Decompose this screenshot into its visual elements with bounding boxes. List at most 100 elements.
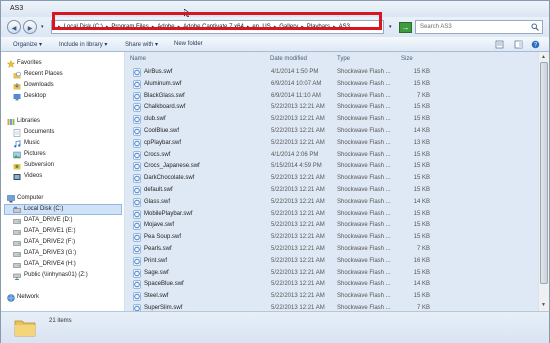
help-icon[interactable]: ? <box>531 40 540 49</box>
file-date: 4/1/2014 1:50 PM <box>271 69 319 75</box>
file-type: Shockwave Flash ... <box>337 128 391 134</box>
table-row[interactable]: Pearls.swf 5/22/2013 12:21 AM Shockwave Fl… <box>126 244 538 255</box>
nav-favorites-label: Favorites <box>17 60 42 66</box>
file-name: SpaceBlue.swf <box>144 281 184 288</box>
go-arrow-icon: → <box>401 23 410 32</box>
table-row[interactable]: Sage.swf 5/22/2013 12:21 AM Shockwave Flas… <box>126 268 538 279</box>
file-date: 5/22/2013 12:21 AM <box>271 175 325 182</box>
file-size: 15 KB <box>413 210 430 217</box>
file-date: 5/22/2013 12:21 AM <box>271 187 325 193</box>
include-in-library-button[interactable]: Include in library ▾ <box>59 41 107 48</box>
back-button[interactable]: ◀ <box>7 20 21 34</box>
file-name: default.swf <box>144 187 173 193</box>
new-folder-button[interactable]: New folder <box>174 41 203 47</box>
music-icon <box>14 140 21 148</box>
file-name: Aluminum.swf <box>144 80 182 87</box>
file-size: 14 KB <box>413 128 430 134</box>
table-row[interactable]: Chalkboard.swf 5/22/2013 12:21 AM Shockwav… <box>126 102 538 113</box>
scroll-up-icon[interactable]: ▲ <box>541 54 546 60</box>
table-row[interactable]: DarkChocolate.swf 5/22/2013 12:21 AM Shock… <box>126 173 538 184</box>
swf-file-icon <box>133 209 141 219</box>
table-row[interactable]: BlackGlass.swf 6/9/2014 11:10 AM Shockwave… <box>126 91 538 102</box>
address-dropdown-button[interactable]: ▾ <box>389 24 392 30</box>
refresh-go-button[interactable]: → <box>399 22 412 33</box>
column-header-size[interactable]: Size <box>397 53 437 66</box>
file-name: MobilePlaybar.swf <box>144 210 193 217</box>
table-row[interactable]: Mojave.swf 5/22/2013 12:21 AM Shockwave Fl… <box>126 220 538 231</box>
table-row[interactable]: Crocs.swf 4/1/2014 2:06 PM Shockwave Flash… <box>126 150 538 161</box>
organize-button[interactable]: Organize ▾ <box>13 41 42 48</box>
swf-file-icon <box>133 174 141 183</box>
table-row[interactable]: default.swf 5/22/2013 12:21 AM Shockwave F… <box>126 185 538 196</box>
file-type: Shockwave Flash ... <box>337 269 391 276</box>
swf-file-icon <box>133 103 141 113</box>
table-row[interactable]: Print.swf 5/22/2013 12:21 AM Shockwave Fla… <box>126 256 538 267</box>
file-size: 13 KB <box>413 139 430 146</box>
column-header-name[interactable]: Name <box>126 53 266 66</box>
network-drive-icon <box>13 273 21 280</box>
preview-pane-icon[interactable] <box>514 40 523 49</box>
file-type: Shockwave Flash ... <box>337 163 391 170</box>
scrollbar-thumb[interactable] <box>540 62 548 284</box>
search-input[interactable]: Search AS3 <box>420 24 452 30</box>
table-row[interactable]: Crocs_Japanese.swf 5/15/2014 4:59 PM Shock… <box>126 161 538 172</box>
table-row[interactable]: cpPlaybar.swf 5/22/2013 12:21 AM Shockwave… <box>126 138 538 149</box>
file-date: 5/22/2013 12:21 AM <box>271 246 325 252</box>
folder-icon <box>14 320 36 337</box>
table-row[interactable]: SuperSlim.swf 5/22/2013 12:21 AM Shockwave… <box>126 303 538 311</box>
table-row[interactable]: Aluminum.swf 6/9/2014 10:07 AM Shockwave F… <box>126 79 538 90</box>
desktop-icon <box>13 94 21 101</box>
forward-button[interactable]: ▶ <box>23 20 37 34</box>
recent-places-icon <box>13 71 21 79</box>
file-name: BlackGlass.swf <box>144 92 185 99</box>
scroll-down-icon[interactable]: ▼ <box>541 302 546 308</box>
file-name: Pea Soup.swf <box>144 234 182 241</box>
back-arrow-icon: ◀ <box>11 26 17 32</box>
window-title: AS3 <box>10 5 24 12</box>
swf-file-icon <box>133 292 141 301</box>
item-count: 21 items <box>49 318 72 324</box>
file-name: AirBus.swf <box>144 69 173 75</box>
file-type: Shockwave Flash ... <box>337 92 391 99</box>
file-size: 15 KB <box>413 104 430 111</box>
nav-computer-label: Computer <box>17 195 44 201</box>
table-row[interactable]: SpaceBlue.swf 5/22/2013 12:21 AM Shockwave… <box>126 279 538 290</box>
file-type: Shockwave Flash ... <box>337 198 391 205</box>
swf-file-icon <box>133 257 141 266</box>
file-name: Steel.swf <box>144 293 169 300</box>
vertical-scrollbar[interactable]: ▲ ▼ <box>538 52 549 311</box>
table-row[interactable]: Pea Soup.swf 5/22/2013 12:21 AM Shockwave … <box>126 232 538 243</box>
file-name: DarkChocolate.swf <box>144 175 195 182</box>
swf-file-icon <box>133 280 141 290</box>
navigation-pane: Favorites Recent Places Downloads Desktop … <box>1 52 125 311</box>
column-header-date[interactable]: Date modified <box>266 53 333 66</box>
recent-pages-button[interactable]: ▾ <box>41 24 44 30</box>
nav-item-label: DATA_DRIVE4 (H:) <box>24 261 76 267</box>
file-name: club.swf <box>144 116 166 123</box>
nav-network-label: Network <box>17 294 40 300</box>
nav-item-label: Recent Places <box>24 71 63 77</box>
column-header-type[interactable]: Type <box>333 53 397 66</box>
swf-file-icon <box>133 221 141 231</box>
table-row[interactable]: Glass.swf 5/22/2013 12:21 AM Shockwave Fla… <box>126 197 538 208</box>
file-date: 5/22/2013 12:21 AM <box>271 210 325 217</box>
address-highlight-box <box>52 12 382 30</box>
file-name: Crocs.swf <box>144 151 171 158</box>
swf-file-icon <box>133 150 141 160</box>
details-pane: 21 items <box>1 311 549 343</box>
nav-item-label: DATA_DRIVE3 (G:) <box>24 250 77 256</box>
libraries-icon <box>7 119 15 125</box>
file-name: Sage.swf <box>144 269 169 276</box>
hard-drive-icon <box>13 241 21 246</box>
file-date: 5/22/2013 12:21 AM <box>271 139 325 146</box>
share-with-button[interactable]: Share with ▾ <box>125 41 158 48</box>
table-row[interactable]: Steel.swf 5/22/2013 12:21 AM Shockwave Fla… <box>126 291 538 302</box>
file-size: 15 KB <box>413 69 430 75</box>
table-row[interactable]: MobilePlaybar.swf 5/22/2013 12:21 AM Shock… <box>126 209 538 220</box>
table-row[interactable]: club.swf 5/22/2013 12:21 AM Shockwave Flas… <box>126 114 538 125</box>
table-row[interactable]: AirBus.swf 4/1/2014 1:50 PM Shockwave Flas… <box>126 67 538 78</box>
search-box[interactable]: Search AS3 <box>415 20 543 34</box>
table-row[interactable]: CoolBlue.swf 5/22/2013 12:21 AM Shockwave … <box>126 126 538 137</box>
file-size: 15 KB <box>413 293 430 300</box>
view-options-icon[interactable] <box>495 40 504 49</box>
